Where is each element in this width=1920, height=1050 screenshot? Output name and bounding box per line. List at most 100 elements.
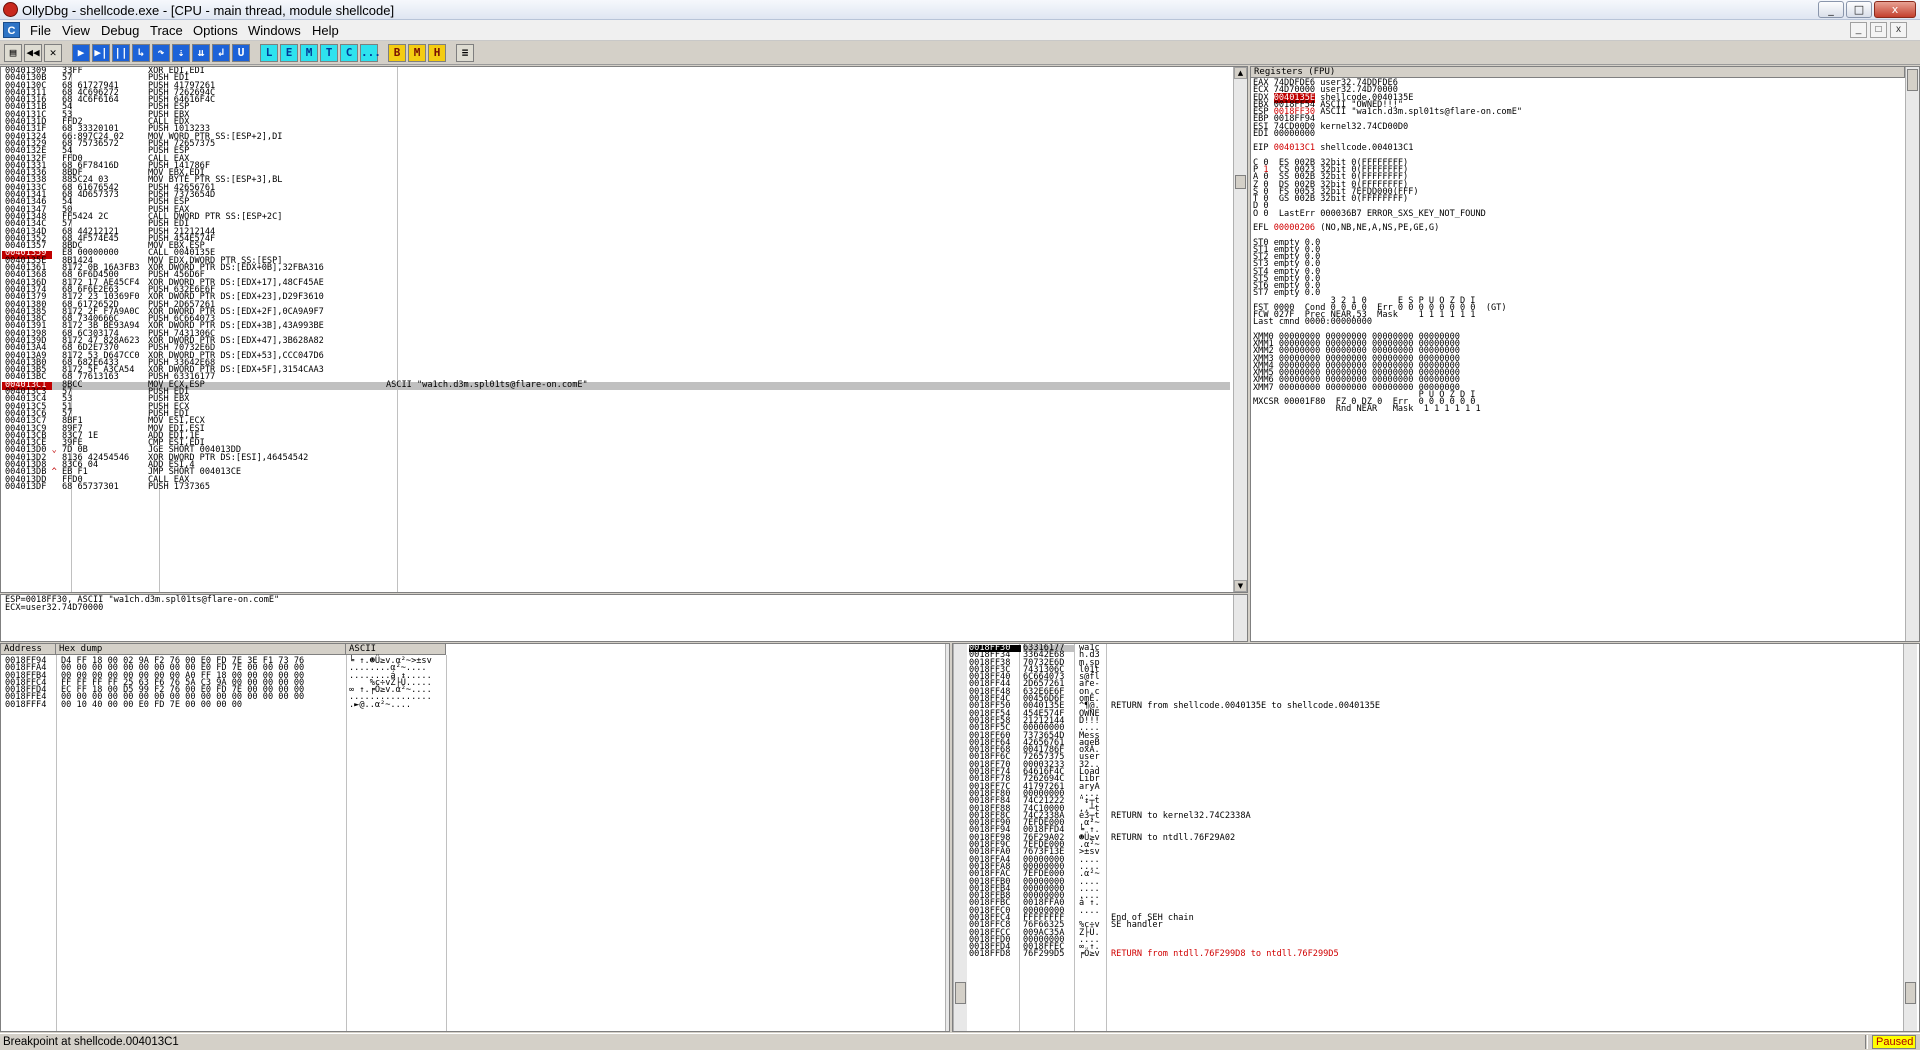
disasm-row[interactable]: 004013C1 8BCC MOV ECX,ESP ASCII "wa1ch.d3m… [5, 380, 588, 389]
disasm-row[interactable]: 00401341 68 4D657373 PUSH 7373654D [5, 191, 588, 200]
execute-till-user-button[interactable]: U [232, 44, 250, 62]
mdi-close-button[interactable]: x [1890, 22, 1907, 38]
menu-view[interactable]: View [62, 23, 90, 38]
step-over-button[interactable]: ↷ [152, 44, 170, 62]
trace-over-button[interactable]: ⇊ [192, 44, 210, 62]
run-button[interactable]: ▶ [72, 44, 90, 62]
open-button[interactable]: ▤ [4, 44, 22, 62]
disasm-row[interactable]: 0040131B 54 PUSH ESP [5, 103, 588, 112]
disasm-row[interactable]: 004013C4 53 PUSH EBX [5, 394, 588, 405]
disasm-row[interactable]: 004013C3 57 PUSH EDI [5, 388, 588, 397]
log-button[interactable]: L [260, 44, 278, 62]
dump-pane[interactable]: Address Hex dump ASCII 0018FF94 D4 FF 18 … [0, 643, 950, 1032]
breakpoints-button[interactable]: B [388, 44, 406, 62]
register-line[interactable]: EIP 004013C1 shellcode.004013C1 [1253, 144, 1522, 153]
dump-address: 0018FFF4 [5, 699, 47, 710]
disasm-row[interactable]: 00401352 68 4F574E45 PUSH 454E574F [5, 234, 588, 243]
dump-header-ascii[interactable]: ASCII [346, 644, 446, 655]
disasm-row[interactable]: 004013DF 68 65737301 PUSH 1737365 [5, 482, 588, 491]
cpu-button[interactable]: C [340, 44, 358, 62]
registers-pane[interactable]: Registers (FPU) EAX 74DDFDE6 user32.74DD… [1250, 66, 1920, 642]
menu-trace[interactable]: Trace [150, 23, 183, 38]
menu-bar: C File View Debug Trace Options Windows … [0, 20, 1920, 41]
window-title: OllyDbg - shellcode.exe - [CPU - main th… [22, 3, 395, 18]
patches-button[interactable]: ... [360, 44, 381, 62]
minimize-button[interactable]: _ [1818, 1, 1844, 18]
menu-options[interactable]: Options [193, 23, 238, 38]
stack-scrollbar[interactable] [1903, 644, 1917, 1031]
menu-file[interactable]: File [30, 23, 51, 38]
register-line[interactable]: EFL 00000206 (NO,NB,NE,A,NS,PE,GE,G) [1253, 224, 1522, 233]
registers-scroll-thumb[interactable] [1907, 69, 1918, 91]
disasm-row[interactable]: 0040131C 53 PUSH EBX [5, 110, 588, 119]
step-into-button[interactable]: ↳ [132, 44, 150, 62]
disasm-row[interactable]: 00401316 68 4C6F6164 PUSH 64616F4C [5, 96, 588, 105]
mdi-minimize-button[interactable]: _ [1850, 22, 1867, 38]
disasm-row[interactable]: 004013C6 57 PUSH EDI [5, 409, 588, 418]
menu-debug[interactable]: Debug [101, 23, 139, 38]
register-line[interactable]: O 0 LastErr 000036B7 ERROR_SXS_KEY_NOT_F… [1253, 209, 1522, 218]
register-line[interactable]: T 0 GS 002B 32bit 0(FFFFFFFF) [1253, 195, 1522, 204]
close-window-button[interactable]: x [1874, 1, 1916, 18]
pause-button[interactable]: || [112, 44, 130, 62]
stack-scroll-thumb[interactable] [1905, 982, 1916, 1004]
dump-ascii: .►@..α²~.... [349, 699, 412, 710]
restart-button[interactable]: ◀◀ [24, 44, 42, 62]
disasm-row[interactable]: 00401331 68 6F78416D PUSH 141786F [5, 161, 588, 170]
dump-row[interactable]: 0018FFF4 00 10 40 00 00 E0 FD 7E 00 00 00… [5, 699, 432, 710]
register-line[interactable]: EDI 00000000 [1253, 129, 1522, 138]
info-scrollbar[interactable] [1233, 595, 1247, 641]
list-button[interactable]: ≡ [456, 44, 474, 62]
register-line[interactable]: Last cmnd 0000:00000000 [1253, 318, 1522, 327]
stack-row[interactable]: 0018FFD8 76F299D5 ╒Ö≥v RETURN from ntdll.76… [969, 949, 1380, 960]
mdi-restore-button[interactable]: □ [1870, 22, 1887, 38]
disasm-row[interactable]: 004013C5 51 PUSH ECX [5, 401, 588, 412]
maximize-button[interactable]: □ [1846, 1, 1872, 18]
stack-comment: SE handler [1111, 920, 1163, 931]
cpu-window-icon[interactable]: C [3, 22, 20, 38]
scroll-up-arrow-icon[interactable]: ▲ [1234, 67, 1247, 79]
disasm-row[interactable]: 004013CB 83C7 1E ADD EDI,1E [5, 431, 588, 440]
executable-modules-button[interactable]: E [280, 44, 298, 62]
stack-pane[interactable]: 0018FF30 63316177 wa1c 0018FF34 33642E68 h.d3… [952, 643, 1920, 1032]
scroll-thumb[interactable] [1235, 175, 1246, 189]
disasm-row[interactable]: 0040132E 54 PUSH ESP [5, 147, 588, 156]
ollydbg-bug-icon [3, 2, 18, 17]
memory-map-button[interactable]: M [300, 44, 318, 62]
register-line[interactable]: Rnd NEAR Mask 1 1 1 1 1 1 [1253, 405, 1522, 414]
disasm-hex: 68 75736572 [61, 138, 119, 149]
disasm-row[interactable]: 00401329 68 75736572 PUSH 72657375 [5, 138, 588, 149]
threads-button[interactable]: T [320, 44, 338, 62]
trace-into-button[interactable]: ⇣ [172, 44, 190, 62]
menu-windows[interactable]: Windows [248, 23, 301, 38]
scroll-down-arrow-icon[interactable]: ▼ [1234, 580, 1247, 592]
disasm-row[interactable]: 004013C7 8BF1 MOV ESI,ECX [5, 417, 588, 426]
disasm-hex: 51 [61, 401, 73, 412]
registers-scrollbar[interactable] [1905, 67, 1919, 641]
stack-value: 76F299D5 [1023, 949, 1065, 960]
disasm-row[interactable]: 00401348 FF5424 2C CALL DWORD PTR SS:[ESP… [5, 212, 588, 221]
run-thread-button[interactable]: ▶| [92, 44, 110, 62]
stack-comment: RETURN from shellcode.0040135E to shellc… [1111, 701, 1381, 712]
status-paused-badge: Paused [1872, 1035, 1916, 1049]
dump-header-hex[interactable]: Hex dump [56, 644, 346, 655]
registers-header[interactable]: Registers (FPU) [1251, 67, 1905, 78]
disassembly-scrollbar[interactable]: ▲ ▼ [1233, 67, 1247, 592]
dump-header-address[interactable]: Address [1, 644, 56, 655]
disasm-row[interactable]: 00401309 33FF XOR EDI,EDI [5, 67, 588, 75]
disasm-row[interactable]: 004013CE 39FE CMP ESI,EDI [5, 439, 588, 448]
disasm-row[interactable]: 00401346 54 PUSH ESP [5, 198, 588, 207]
stack-left-scroll-thumb[interactable] [955, 982, 966, 1004]
hardware-bp-button[interactable]: H [428, 44, 446, 62]
disasm-row[interactable]: 004013DB ^ EB F1 JMP SHORT 004013CE [5, 468, 588, 477]
dump-scrollbar[interactable] [945, 644, 949, 1031]
stack-comment: RETURN from ntdll.76F299D8 to ntdll.76F2… [1111, 949, 1339, 960]
disasm-row[interactable]: 004013D8 83C6 04 ADD ESI,4 [5, 461, 588, 470]
disassembly-pane[interactable]: 00401309 33FF XOR EDI,EDI 0040130B 57 PUSH … [0, 66, 1248, 593]
memory-bp-button[interactable]: M [408, 44, 426, 62]
disasm-hex: 53 [61, 394, 73, 405]
execute-till-return-button[interactable]: ↲ [212, 44, 230, 62]
menu-help[interactable]: Help [312, 23, 339, 38]
stack-left-scrollbar[interactable] [953, 644, 967, 1031]
close-button[interactable]: ✕ [44, 44, 62, 62]
